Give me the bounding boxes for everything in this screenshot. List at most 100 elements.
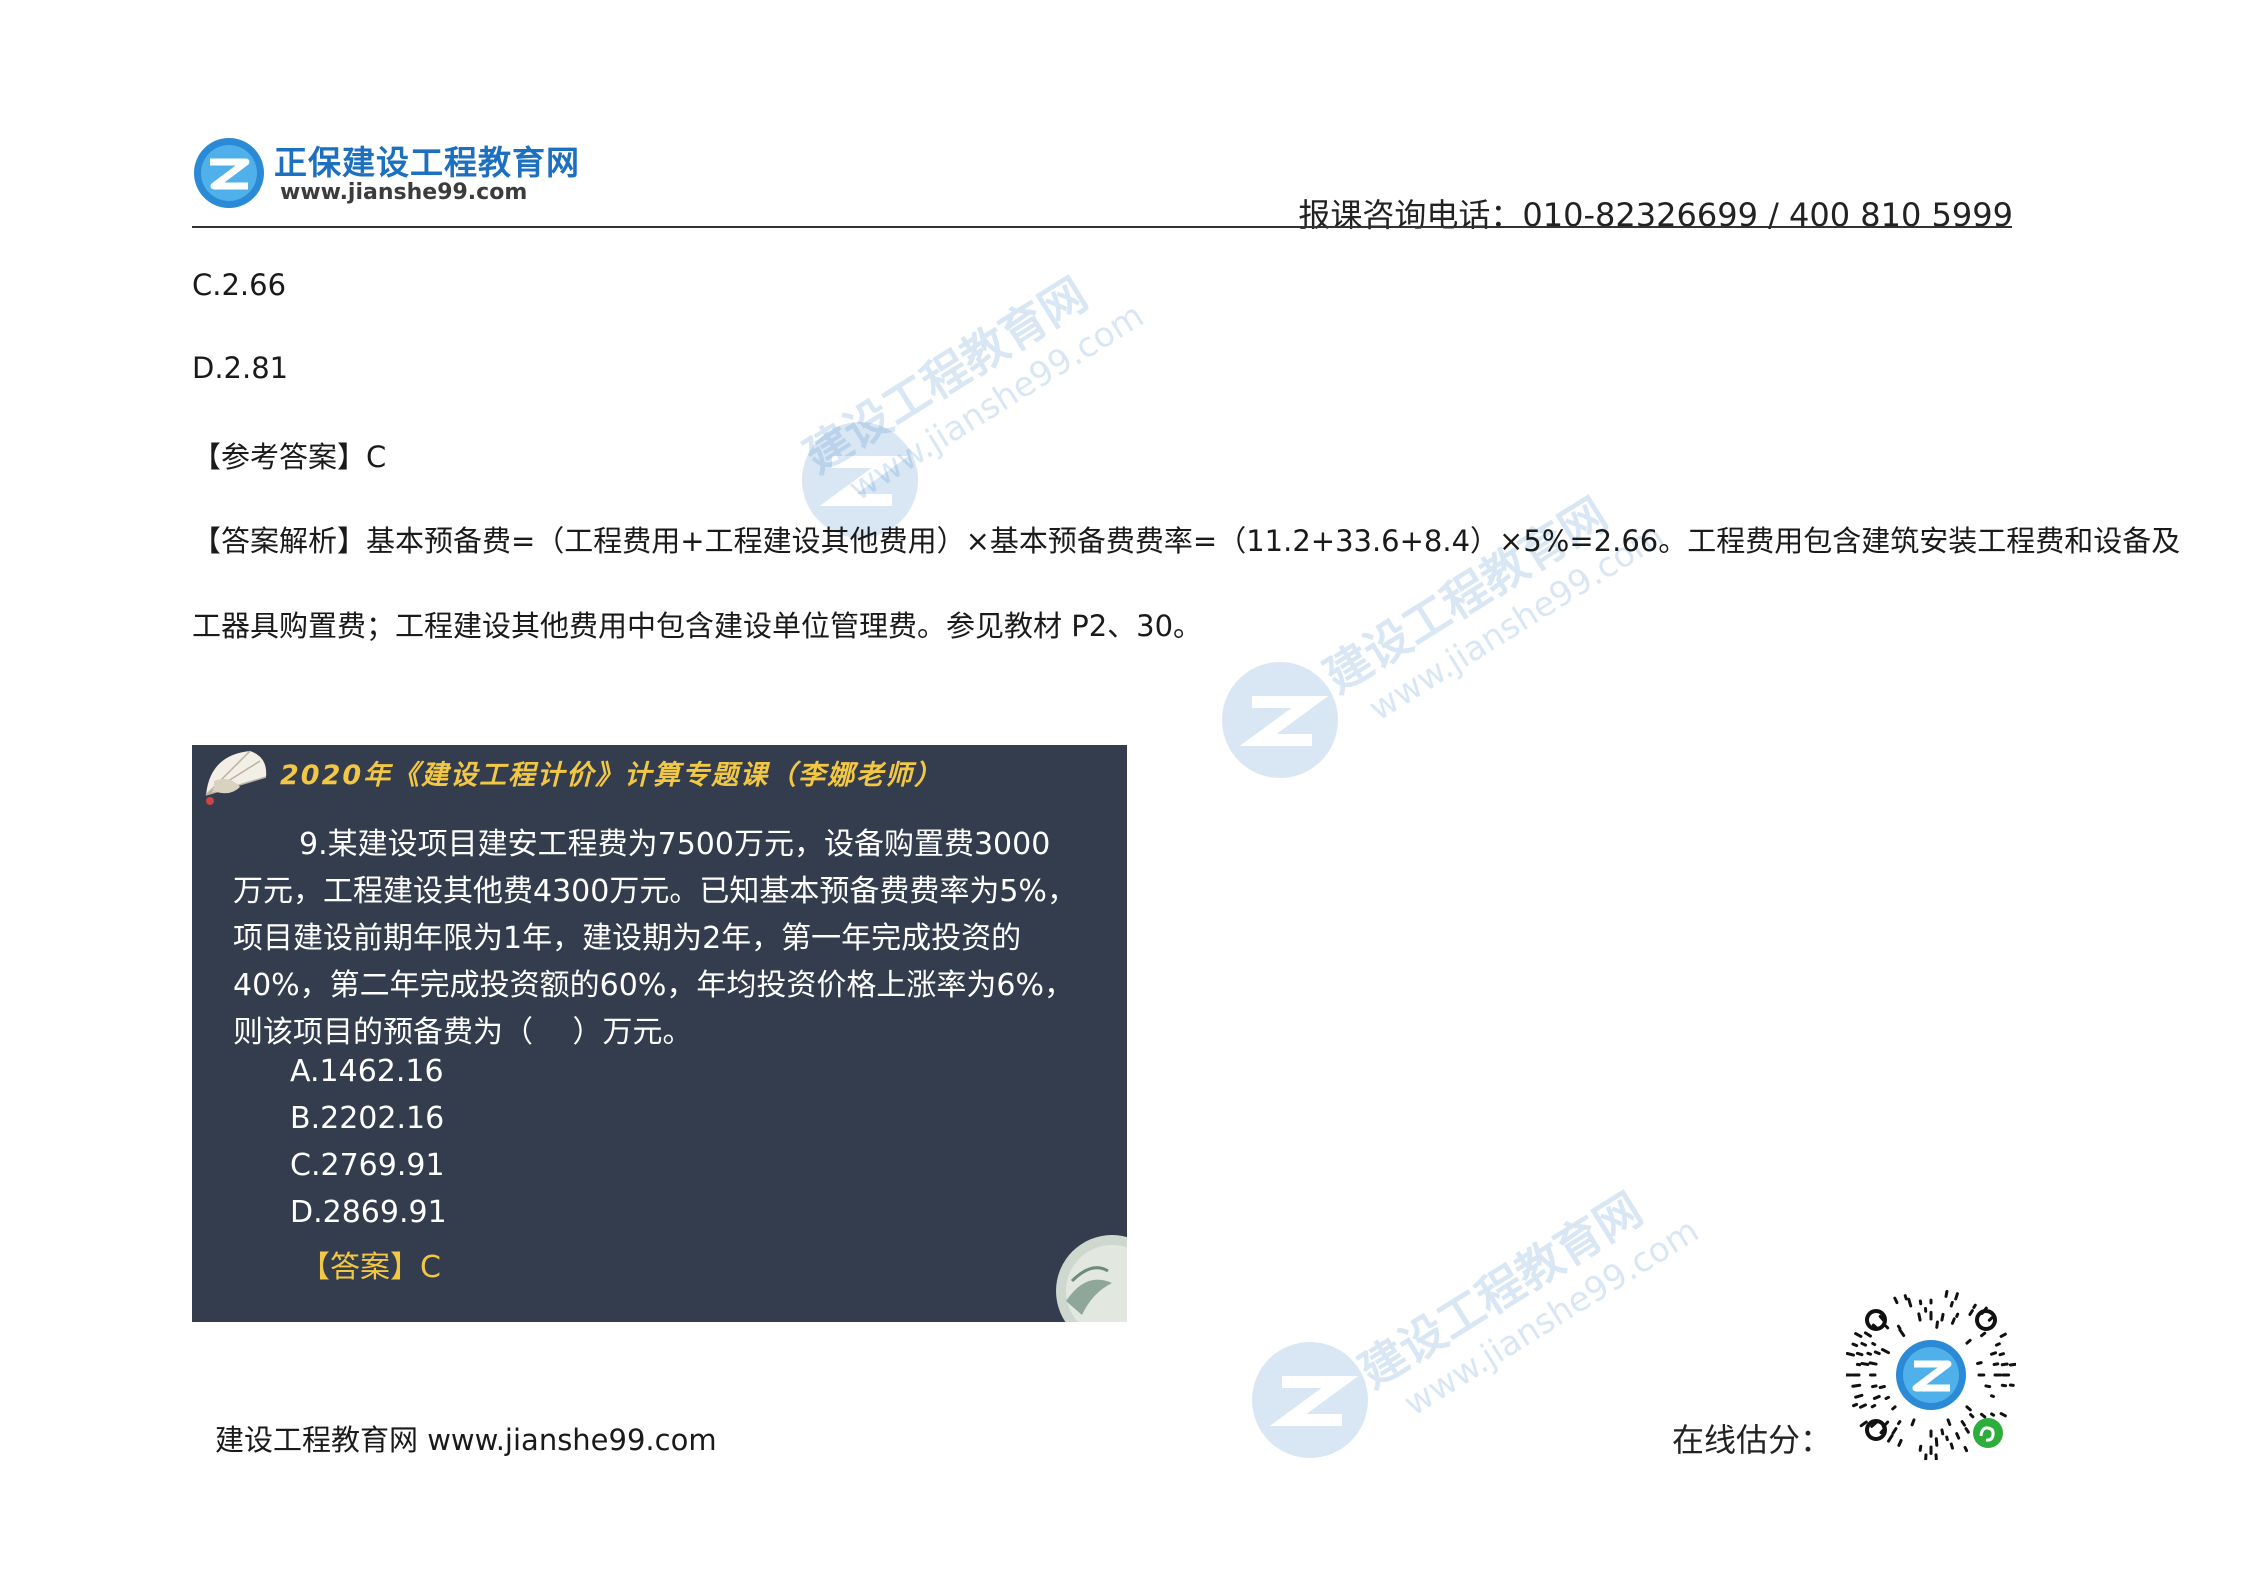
qr-module	[1960, 1420, 1967, 1427]
qr-module	[1903, 1294, 1908, 1301]
slide-title: 2020年《建设工程计价》计算专题课（李娜老师）	[280, 760, 944, 791]
qr-module	[1897, 1438, 1903, 1447]
qr-module	[1946, 1418, 1952, 1427]
brand-name: 正保建设工程教育网	[274, 143, 580, 182]
qr-module	[1955, 1312, 1960, 1318]
header-divider	[192, 226, 2012, 228]
qr-module	[2000, 1362, 2009, 1367]
qr-module	[1940, 1428, 1945, 1436]
question-line: 万元，工程建设其他费4300万元。已知基本预备费费率为5%，	[233, 874, 1077, 909]
qr-module	[1994, 1342, 2001, 1347]
qr-module	[1944, 1290, 1949, 1298]
qr-module	[1954, 1292, 1959, 1301]
qr-module	[1897, 1420, 1902, 1426]
fan-decoration-icon	[205, 750, 267, 805]
option-c: C.2.66	[192, 268, 287, 302]
option-d: D.2.81	[192, 351, 289, 385]
slide-option: A.1462.16	[290, 1054, 444, 1089]
qr-module	[1866, 1351, 1872, 1356]
qr-module	[1964, 1427, 1970, 1434]
qr-module	[1965, 1405, 1972, 1412]
question-line: 则该项目的预备费为（ ）万元。	[233, 1015, 693, 1050]
qr-module	[1898, 1328, 1906, 1337]
brand-logo: 正保建设工程教育网 www.jianshe99.com	[192, 132, 579, 212]
qr-module	[1968, 1309, 1974, 1316]
qr-module	[1870, 1403, 1877, 1409]
qr-module	[1940, 1312, 1945, 1322]
qr-module	[1998, 1352, 2005, 1357]
question-line: 9.某建设项目建安工程费为7500万元，设备购置费3000	[299, 827, 1051, 862]
qr-module	[1884, 1324, 1890, 1330]
question-line: 项目建设前期年限为1年，建设期为2年，第一年完成投资的	[233, 921, 1022, 956]
qr-module	[1907, 1297, 1913, 1308]
qr-module	[1949, 1300, 1954, 1308]
qr-module	[1851, 1383, 1862, 1388]
qr-module	[1858, 1403, 1868, 1409]
qr-module	[1860, 1361, 1870, 1366]
qr-module	[1949, 1442, 1954, 1450]
qr-module	[1854, 1332, 1863, 1338]
qr-module	[1863, 1331, 1872, 1338]
qr-module	[1887, 1434, 1894, 1443]
qr-module	[1880, 1348, 1890, 1355]
qr-module	[1965, 1338, 1972, 1345]
qr-module	[1917, 1312, 1922, 1322]
qr-module	[1955, 1432, 1961, 1440]
qr-module	[1950, 1317, 1956, 1325]
qr-module	[1935, 1320, 1939, 1329]
qr-module	[1934, 1437, 1939, 1447]
qr-module	[1896, 1324, 1902, 1330]
qr-module	[1980, 1331, 1987, 1338]
qr-module	[1891, 1427, 1898, 1435]
hotline-text: 报课咨询电话：010-82326699 / 400 810 5999	[1298, 196, 2013, 234]
qr-module	[1891, 1405, 1897, 1411]
brand-url: www.jianshe99.com	[280, 180, 528, 205]
qr-module	[1990, 1351, 1998, 1356]
qr-module	[1990, 1412, 1996, 1417]
watermark: 建设工程教育网 www.jianshe99.com	[1345, 1155, 1706, 1435]
qr-module	[1992, 1362, 2000, 1366]
qr-module	[1872, 1394, 1881, 1400]
online-score-label: 在线估分：	[1672, 1421, 1833, 1459]
qr-module	[1868, 1361, 1878, 1366]
qr-module	[1851, 1402, 1859, 1408]
watermark: 建设工程教育网 www.jianshe99.com	[1310, 460, 1671, 740]
qr-module	[1855, 1351, 1864, 1357]
qr-module	[1963, 1445, 1969, 1453]
qr-module	[1854, 1393, 1864, 1399]
question-line: 40%，第二年完成投资额的60%，年均投资价格上涨率为6%，	[233, 968, 1074, 1003]
slide-option: C.2769.91	[290, 1148, 445, 1183]
qr-module	[1945, 1435, 1949, 1442]
qr-module	[1910, 1418, 1916, 1427]
qr-module	[1878, 1384, 1886, 1390]
qr-module	[1860, 1341, 1868, 1347]
qr-module	[1918, 1444, 1923, 1452]
qr-module	[1987, 1316, 1994, 1322]
qr-module	[1984, 1384, 1992, 1389]
mini-program-qr-code[interactable]	[1846, 1290, 2016, 1460]
qr-module	[1980, 1412, 1987, 1419]
qr-module	[1873, 1350, 1881, 1356]
qr-module	[1884, 1395, 1890, 1401]
qr-module	[1972, 1303, 1977, 1309]
reference-answer: 【参考答案】C	[192, 440, 387, 474]
qr-module	[1893, 1296, 1899, 1305]
qr-module	[1846, 1352, 1856, 1357]
brand-logo-icon	[194, 138, 264, 208]
plate-decoration-icon	[1056, 1235, 1127, 1322]
footer-site: 建设工程教育网 www.jianshe99.com	[215, 1423, 717, 1457]
qr-module	[1990, 1394, 1995, 1398]
slide-option: B.2202.16	[290, 1101, 445, 1136]
qr-finder-marker	[1975, 1309, 1997, 1331]
lecture-slide: 2020年《建设工程计价》计算专题课（李娜老师） 9.某建设项目建安工程费为75…	[192, 745, 1127, 1322]
qr-module	[1871, 1384, 1878, 1389]
slide-answer: 【答案】C	[300, 1250, 441, 1285]
qr-module	[1999, 1332, 2007, 1338]
qr-module	[2008, 1362, 2016, 1367]
qr-module	[1976, 1361, 1983, 1366]
qr-module	[1999, 1412, 2007, 1418]
slide-option: D.2869.91	[290, 1195, 447, 1230]
qr-module	[1969, 1413, 1975, 1419]
qr-module	[1859, 1420, 1868, 1428]
answer-analysis-line: 工器具购置费；工程建设其他费用中包含建设单位管理费。参见教材 P2、30。	[192, 609, 1203, 643]
